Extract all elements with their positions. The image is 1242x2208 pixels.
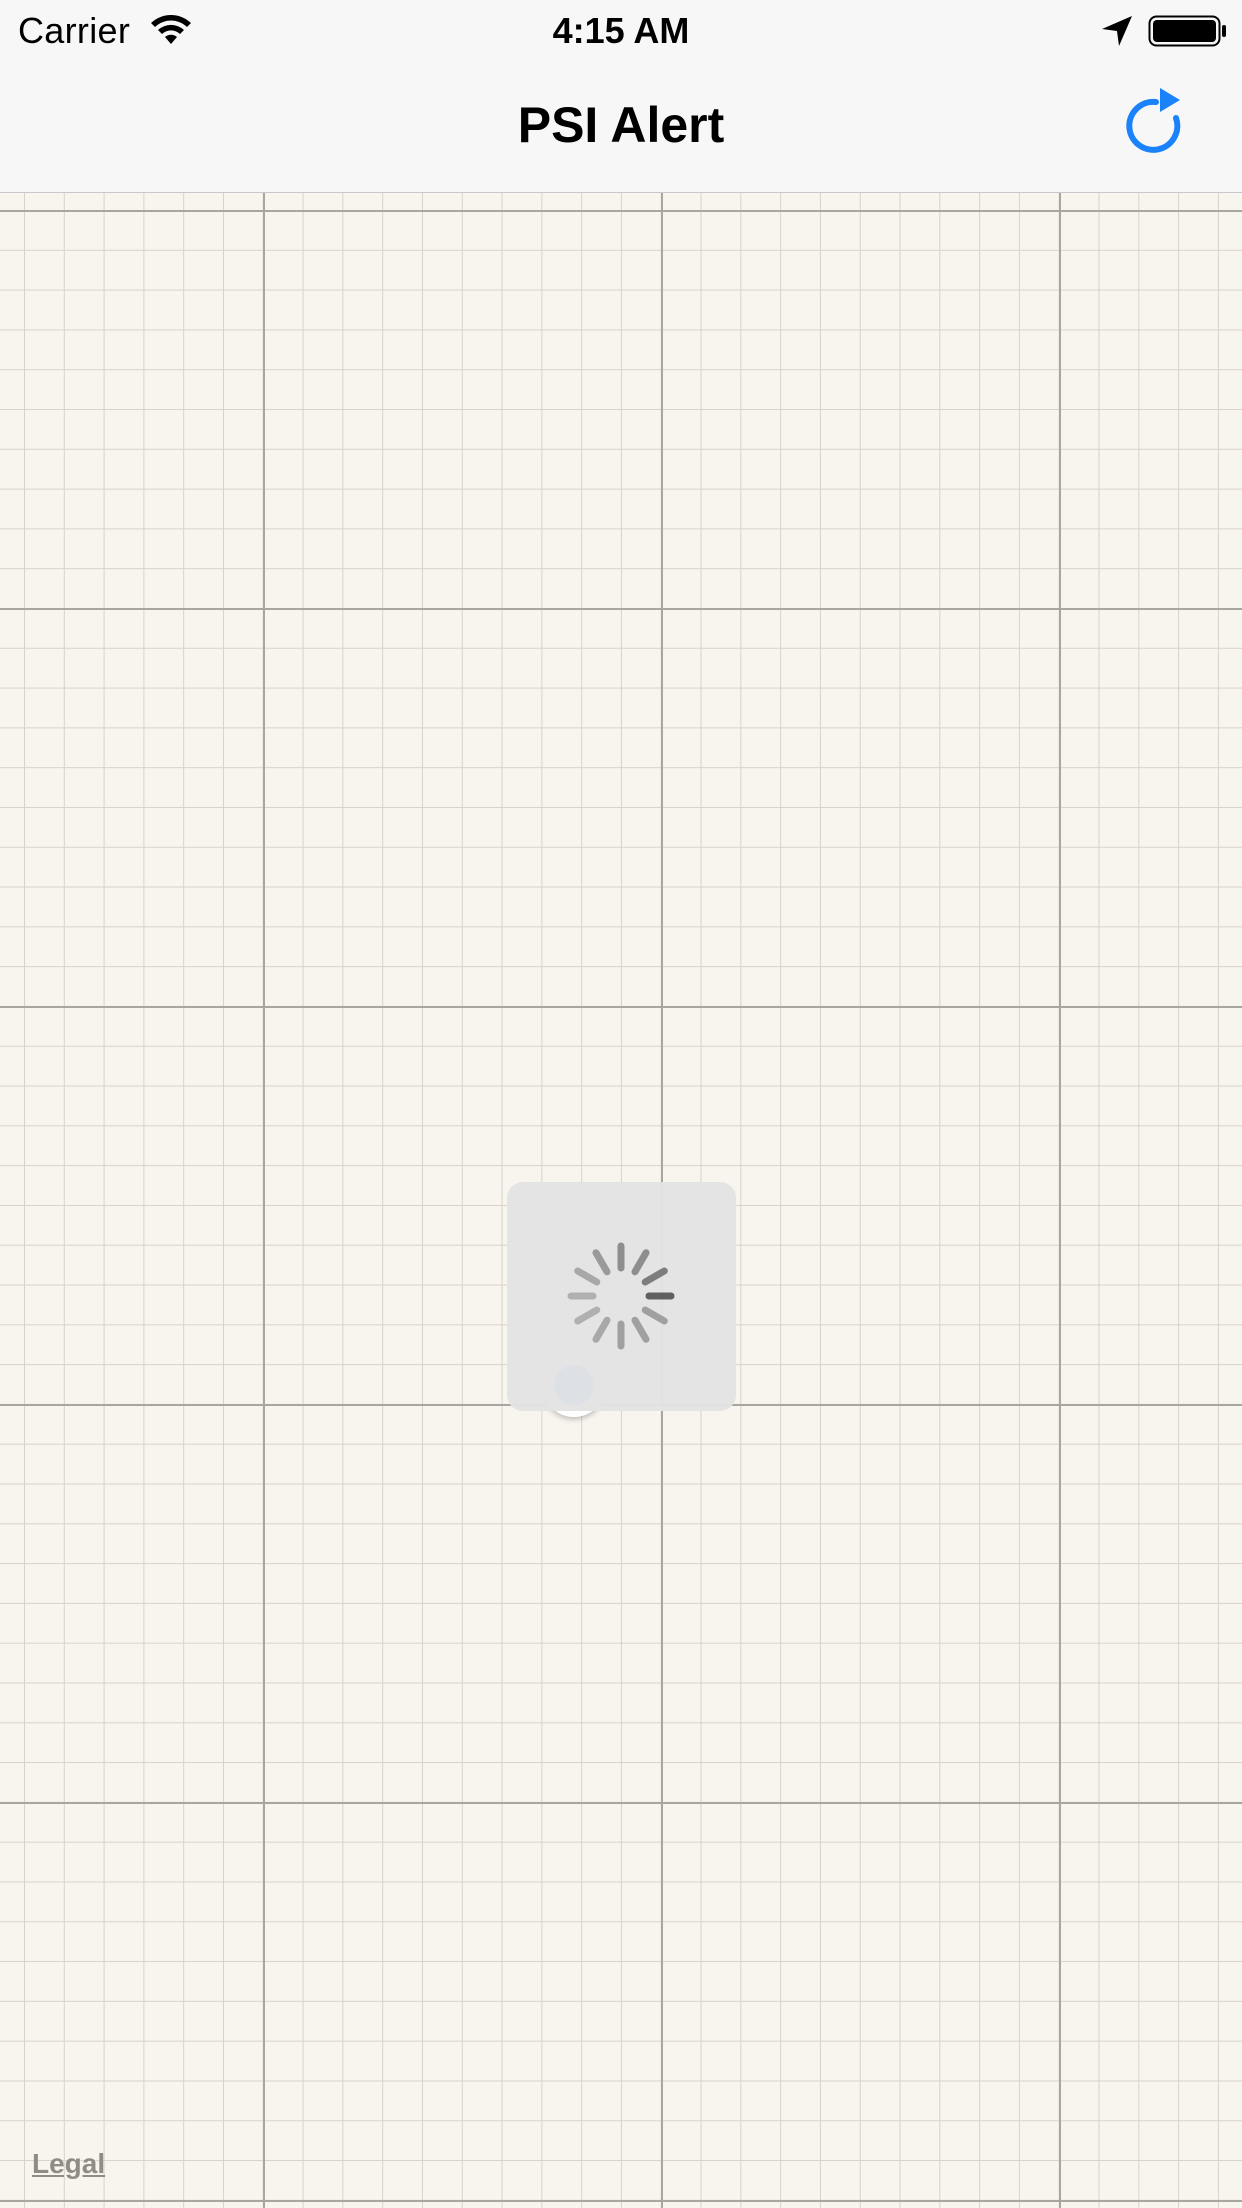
loading-indicator (507, 1182, 736, 1411)
spinner-icon (567, 1242, 675, 1350)
refresh-icon[interactable] (1116, 86, 1196, 166)
location-arrow-icon (1102, 16, 1132, 46)
app-screen: Carrier 4:15 AM PSI Alert Legal (0, 0, 1242, 2208)
status-bar: Carrier 4:15 AM (0, 0, 1242, 60)
battery-icon (1148, 15, 1226, 47)
status-time: 4:15 AM (552, 10, 690, 51)
navigation-bar: PSI Alert (0, 60, 1242, 193)
map-view[interactable]: Legal (0, 193, 1242, 2208)
page-title: PSI Alert (517, 97, 725, 153)
legal-link[interactable]: Legal (32, 2148, 105, 2180)
